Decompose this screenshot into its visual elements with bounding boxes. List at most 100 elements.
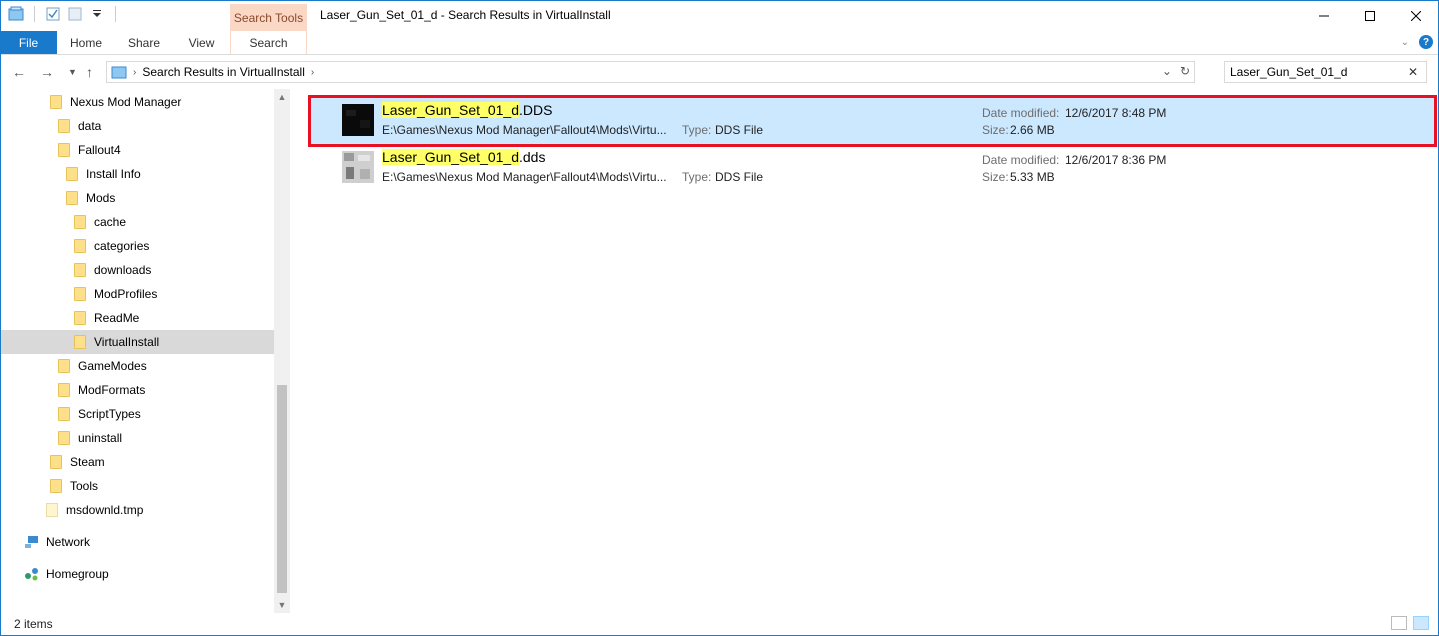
- nav-item-homegroup[interactable]: Homegroup: [24, 562, 109, 586]
- sidebar-item-readme[interactable]: ReadMe: [74, 306, 139, 330]
- close-icon: [1411, 10, 1421, 21]
- search-input[interactable]: Laser_Gun_Set_01_d ✕: [1224, 61, 1427, 83]
- expand-ribbon-icon[interactable]: ⌄: [1401, 37, 1409, 48]
- folder-icon: [58, 119, 70, 133]
- sidebar-item-tools[interactable]: Tools: [50, 474, 98, 498]
- file-size: 5.33 MB: [1010, 170, 1055, 184]
- sidebar-item-scripttypes[interactable]: ScriptTypes: [58, 402, 141, 426]
- forward-arrow-icon[interactable]: →: [40, 64, 54, 80]
- sidebar-item-data[interactable]: data: [58, 114, 101, 138]
- folder-icon: [66, 191, 78, 205]
- explorer-icon[interactable]: [8, 6, 24, 22]
- size-label: Size:: [982, 170, 1009, 184]
- folder-icon: [74, 239, 86, 253]
- address-bar-buttons: ⌄ ↻: [1162, 64, 1190, 78]
- result-row[interactable]: Laser_Gun_Set_01_d.dds E:\Games\Nexus Mod…: [310, 145, 1435, 191]
- folder-icon: [50, 455, 62, 469]
- toolbar-separator: [34, 6, 35, 22]
- sidebar-item-label: ReadMe: [94, 311, 140, 325]
- scroll-down-icon[interactable]: ▼: [274, 597, 290, 613]
- search-match-highlight: Laser_Gun_Set_01_d: [382, 149, 519, 165]
- tab-file[interactable]: File: [0, 31, 57, 54]
- large-icons-view-icon[interactable]: [1413, 616, 1429, 630]
- sidebar-item-steam[interactable]: Steam: [50, 450, 105, 474]
- file-path: E:\Games\Nexus Mod Manager\Fallout4\Mods…: [382, 170, 667, 184]
- clear-search-icon[interactable]: ✕: [1408, 65, 1418, 79]
- properties-icon[interactable]: [45, 6, 61, 22]
- file-extension: .dds: [519, 149, 546, 165]
- search-results-pane: Laser_Gun_Set_01_d.DDS E:\Games\Nexus Mod…: [290, 89, 1439, 613]
- recent-locations-icon[interactable]: ▼: [68, 67, 77, 77]
- minimize-icon: [1319, 15, 1329, 16]
- tab-search[interactable]: Search: [230, 31, 307, 54]
- sidebar-item-label: Steam: [70, 455, 105, 469]
- sidebar-item-label: categories: [94, 239, 150, 253]
- breadcrumb[interactable]: Search Results in VirtualInstall: [142, 65, 305, 79]
- sidebar-item-categories[interactable]: categories: [74, 234, 149, 258]
- sidebar-item-install-info[interactable]: Install Info: [66, 162, 141, 186]
- folder-icon: [58, 143, 70, 157]
- ribbon-tabs: File Home Share View Search ⌄ ?: [0, 31, 1439, 55]
- back-arrow-icon[interactable]: ←: [12, 64, 26, 80]
- sidebar-item-cache[interactable]: cache: [74, 210, 126, 234]
- nav-item-network[interactable]: Network: [24, 530, 90, 554]
- nav-item-label: Network: [46, 535, 91, 549]
- breadcrumb-chevron-icon[interactable]: ›: [133, 67, 136, 78]
- sidebar-item-label: VirtualInstall: [94, 335, 160, 349]
- sidebar-item-modprofiles[interactable]: ModProfiles: [74, 282, 157, 306]
- sidebar-item-label: Install Info: [86, 167, 141, 181]
- nav-scrollbar[interactable]: ▲ ▼: [274, 89, 290, 613]
- sidebar-item-label: Tools: [70, 479, 99, 493]
- navigation-bar: ← → ▼ ↑ › Search Results in VirtualInsta…: [0, 55, 1439, 89]
- address-bar[interactable]: › Search Results in VirtualInstall › ⌄ ↻: [106, 61, 1195, 83]
- tab-view[interactable]: View: [173, 31, 230, 54]
- view-switcher: [1391, 616, 1429, 630]
- sidebar-item-label: Fallout4: [78, 143, 121, 157]
- refresh-icon[interactable]: ↻: [1180, 64, 1190, 78]
- folder-icon: [58, 359, 70, 373]
- minimize-button[interactable]: [1301, 0, 1347, 31]
- toolbar-separator: [115, 6, 116, 22]
- sidebar-item-msdownld-tmp[interactable]: msdownld.tmp: [46, 498, 143, 522]
- sidebar-item-label: ModProfiles: [94, 287, 158, 301]
- quick-access-toolbar: [8, 6, 120, 22]
- help-icon[interactable]: ?: [1419, 35, 1433, 49]
- sidebar-item-uninstall[interactable]: uninstall: [58, 426, 122, 450]
- sidebar-item-nexus-mod-manager[interactable]: Nexus Mod Manager: [50, 90, 181, 114]
- dds-thumbnail-icon: [342, 151, 374, 183]
- sidebar-item-gamemodes[interactable]: GameModes: [58, 354, 147, 378]
- address-dropdown-icon[interactable]: ⌄: [1162, 64, 1172, 78]
- sidebar-item-label: data: [78, 119, 102, 133]
- breadcrumb-chevron-icon[interactable]: ›: [311, 67, 314, 78]
- sidebar-item-label: downloads: [94, 263, 152, 277]
- tab-share[interactable]: Share: [115, 31, 173, 54]
- close-button[interactable]: [1393, 0, 1439, 31]
- maximize-icon: [1365, 10, 1375, 21]
- new-folder-icon[interactable]: [67, 6, 83, 22]
- scroll-up-icon[interactable]: ▲: [274, 89, 290, 105]
- folder-icon: [58, 383, 70, 397]
- details-view-icon[interactable]: [1391, 616, 1407, 630]
- sidebar-item-fallout4[interactable]: Fallout4: [58, 138, 121, 162]
- sidebar-item-mods[interactable]: Mods: [66, 186, 115, 210]
- scrollbar-thumb[interactable]: [277, 385, 287, 593]
- folder-icon: [58, 431, 70, 445]
- folder-icon: [50, 95, 62, 109]
- sidebar-item-modformats[interactable]: ModFormats: [58, 378, 145, 402]
- customize-qat-icon[interactable]: [89, 6, 105, 22]
- homegroup-icon: [25, 568, 38, 581]
- file-name: Laser_Gun_Set_01_d.dds: [382, 149, 545, 165]
- maximize-button[interactable]: [1347, 0, 1393, 31]
- folder-icon: [58, 407, 70, 421]
- sidebar-item-downloads[interactable]: downloads: [74, 258, 151, 282]
- sidebar-item-label: msdownld.tmp: [66, 503, 144, 517]
- sidebar-item-label: uninstall: [78, 431, 123, 445]
- up-arrow-icon[interactable]: ↑: [86, 64, 93, 80]
- sidebar-item-label: ModFormats: [78, 383, 146, 397]
- file-type: DDS File: [715, 170, 764, 184]
- search-query[interactable]: Laser_Gun_Set_01_d: [1230, 65, 1347, 79]
- sidebar-item-label: cache: [94, 215, 127, 229]
- tab-home[interactable]: Home: [57, 31, 115, 54]
- sidebar-item-virtualinstall[interactable]: VirtualInstall: [0, 330, 274, 354]
- folder-icon: [74, 215, 86, 229]
